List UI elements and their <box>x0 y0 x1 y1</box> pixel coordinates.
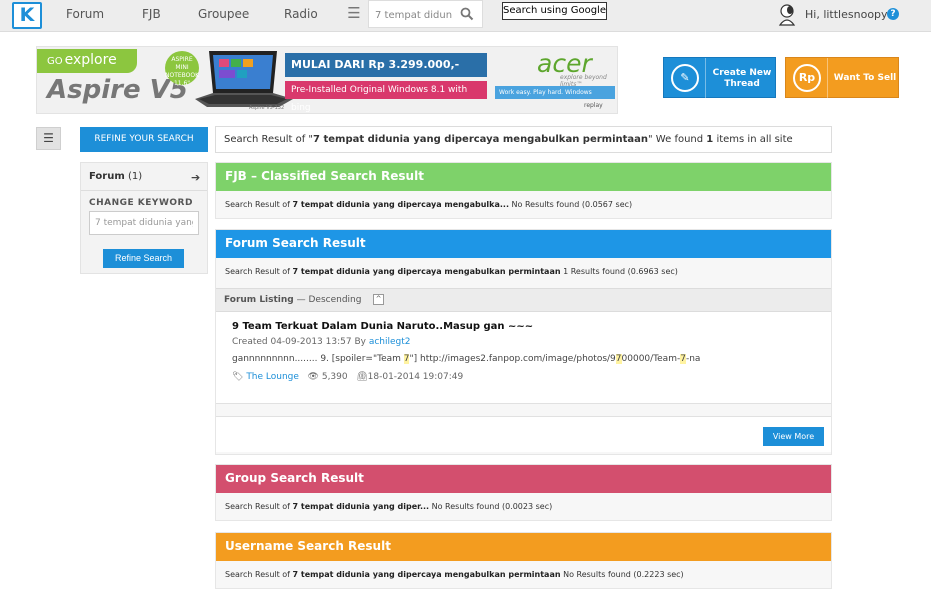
want-to-sell-label: Want To Sell <box>833 73 897 83</box>
rupiah-icon: Rp <box>793 64 821 92</box>
thread-title[interactable]: 9 Team Terkuat Dalam Dunia Naruto..Masup… <box>232 321 533 332</box>
fjb-section: FJB – Classified Search Result Search Re… <box>215 162 832 219</box>
price-line: MULAI DARI Rp 3.299.000,- <box>285 53 487 77</box>
nav-fjb[interactable]: FJB <box>142 7 161 21</box>
nav-forum[interactable]: Forum <box>66 7 104 21</box>
thread-category[interactable]: The Lounge <box>246 372 299 382</box>
sidebar-toggle-icon[interactable]: ☰ <box>36 127 61 150</box>
thread-views: 5,390 <box>321 372 348 382</box>
forum-result-line: Search Result of 7 tempat didunia yang d… <box>225 267 678 276</box>
kaskus-logo[interactable]: K <box>12 2 42 29</box>
collapse-icon[interactable]: ^ <box>373 294 384 305</box>
top-navbar: K Forum FJB Groupee Radio ☰ Search using… <box>0 0 931 32</box>
want-to-sell-button[interactable]: Rp Want To Sell <box>785 57 899 99</box>
username-section: Username Search Result Search Result of … <box>215 532 832 589</box>
result-summary: Search Result of "7 tempat didunia yang … <box>215 126 832 153</box>
eye-icon: 👁 <box>307 372 319 382</box>
windows-line: Pre-Installed Original Windows 8.1 with … <box>285 81 487 113</box>
forum-filter[interactable]: Forum (1) <box>89 171 142 182</box>
thread-author[interactable]: achilegt2 <box>369 337 411 347</box>
fjb-result-line: Search Result of 7 tempat didunia yang d… <box>225 200 633 209</box>
thread-created: Created 04-09-2013 13:57 By achilegt2 <box>232 337 411 347</box>
advert-banner[interactable]: GO explore Aspire V5 ASPIRE MINI NOTEBOOK… <box>36 46 618 114</box>
refine-search-tab[interactable]: REFINE YOUR SEARCH <box>80 127 208 152</box>
thread-meta: 🏷 The Lounge 👁 5,390 ⏲18-01-2014 19:07:4… <box>232 372 463 382</box>
thread-excerpt: gannnnnnnnn........ 9. [spoiler="Team 7"… <box>232 354 701 364</box>
clock-icon: ⏲ <box>356 372 368 382</box>
help-icon[interactable]: ? <box>887 8 899 20</box>
nav-radio[interactable]: Radio <box>284 7 318 21</box>
search-icon[interactable] <box>460 7 474 21</box>
list-item: 9 Team Terkuat Dalam Dunia Naruto..Masup… <box>216 312 831 404</box>
search-tooltip: Search using Google <box>502 2 607 20</box>
go-explore-label: GO explore <box>37 49 137 73</box>
thread-date: 18-01-2014 19:07:49 <box>367 372 464 382</box>
banner-model: Aspire V5 <box>47 75 188 105</box>
view-more-area: View More <box>216 416 831 452</box>
create-thread-label: Create New Thread <box>712 68 772 89</box>
fjb-section-title: FJB – Classified Search Result <box>216 163 831 191</box>
refine-sidebar: Forum (1) ➔ CHANGE KEYWORD Refine Search <box>80 162 208 274</box>
pencil-icon: ✎ <box>671 64 699 92</box>
forum-section-title: Forum Search Result <box>216 230 831 258</box>
replay-icon[interactable]: replay <box>584 102 603 109</box>
username-result-line: Search Result of 7 tempat didunia yang d… <box>225 570 684 579</box>
sort-order: — Descending <box>293 295 362 305</box>
group-section: Group Search Result Search Result of 7 t… <box>215 464 832 521</box>
keyword-field[interactable] <box>89 211 199 235</box>
forum-section: Forum Search Result Search Result of 7 t… <box>215 229 832 455</box>
group-result-line: Search Result of 7 tempat didunia yang d… <box>225 502 553 511</box>
laptop-image <box>195 51 293 107</box>
laptop-caption: Aspire V5-132 <box>249 105 285 111</box>
forum-listing-label: Forum Listing <box>224 295 294 305</box>
search-box <box>368 0 483 28</box>
avatar[interactable] <box>776 2 798 26</box>
hamburger-menu-icon[interactable]: ☰ <box>342 0 366 28</box>
refine-search-button[interactable]: Refine Search <box>103 249 184 268</box>
create-thread-button[interactable]: ✎ Create New Thread <box>663 57 776 99</box>
change-keyword-label: CHANGE KEYWORD <box>89 198 193 208</box>
nav-groupee[interactable]: Groupee <box>198 7 249 21</box>
view-more-button[interactable]: View More <box>763 427 824 446</box>
arrow-right-icon[interactable]: ➔ <box>191 171 200 184</box>
user-greeting[interactable]: Hi, littlesnoopy <box>805 8 888 21</box>
work-easy-line: Work easy. Play hard. Windows <box>495 86 615 99</box>
tag-icon: 🏷 <box>232 372 244 382</box>
group-section-title: Group Search Result <box>216 465 831 493</box>
forum-listing-bar: Forum Listing — Descending ^ <box>216 288 831 312</box>
username-section-title: Username Search Result <box>216 533 831 561</box>
search-input[interactable] <box>375 7 453 23</box>
